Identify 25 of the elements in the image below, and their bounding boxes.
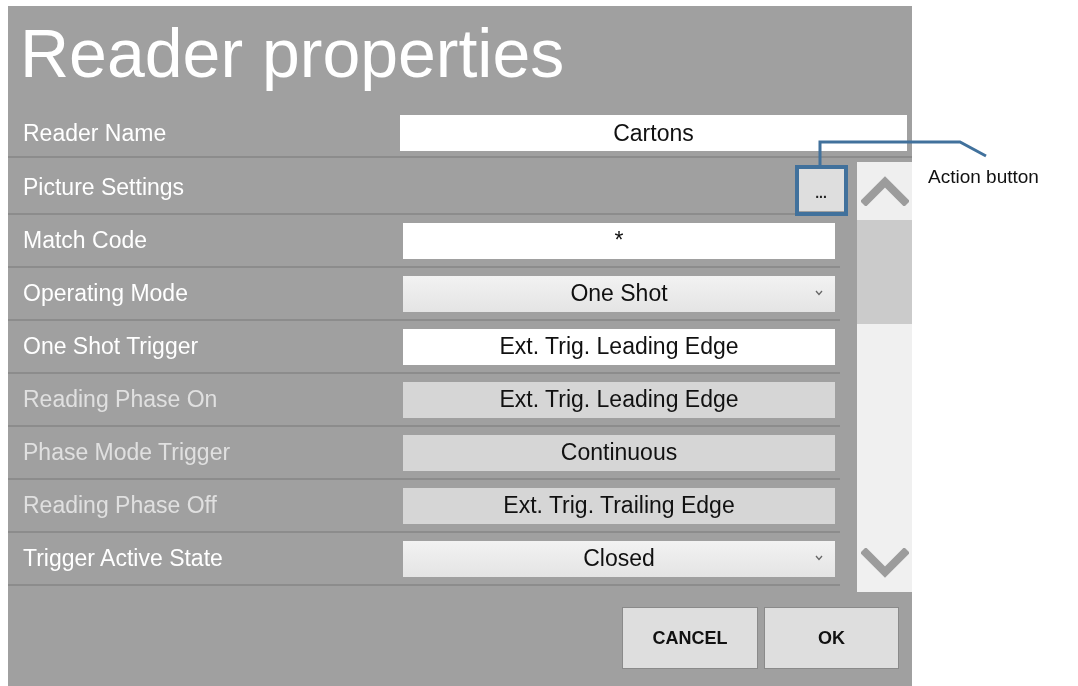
property-label: Reading Phase Off <box>22 492 218 519</box>
property-label: Picture Settings <box>22 174 186 201</box>
property-label: Reading Phase On <box>22 386 219 413</box>
highlight-box <box>795 165 848 216</box>
dialog-title: Reader properties <box>20 14 565 93</box>
input-field[interactable]: Ext. Trig. Leading Edge <box>403 328 835 365</box>
annotation-label: Action button <box>928 166 1039 188</box>
dropdown-field[interactable]: One Shot <box>403 275 835 312</box>
scroll-up-icon[interactable] <box>860 176 909 206</box>
dropdown-field[interactable]: Closed <box>403 540 835 577</box>
ok-button[interactable]: OK <box>764 607 899 669</box>
scroll-bar[interactable] <box>857 162 912 592</box>
property-label: One Shot Trigger <box>22 333 200 360</box>
cancel-button[interactable]: CANCEL <box>622 607 758 669</box>
property-label: Reader Name <box>22 119 168 147</box>
chevron-down-icon <box>815 289 823 296</box>
chevron-down-icon <box>815 554 823 561</box>
property-label: Trigger Active State <box>22 545 224 572</box>
property-label: Phase Mode Trigger <box>22 439 232 466</box>
input-field[interactable]: * <box>403 222 835 259</box>
scroll-thumb[interactable] <box>857 220 912 324</box>
scroll-down-icon[interactable] <box>860 548 909 578</box>
property-label: Operating Mode <box>22 280 189 307</box>
property-label: Match Code <box>22 227 148 254</box>
input-field[interactable]: Cartons <box>400 115 907 151</box>
